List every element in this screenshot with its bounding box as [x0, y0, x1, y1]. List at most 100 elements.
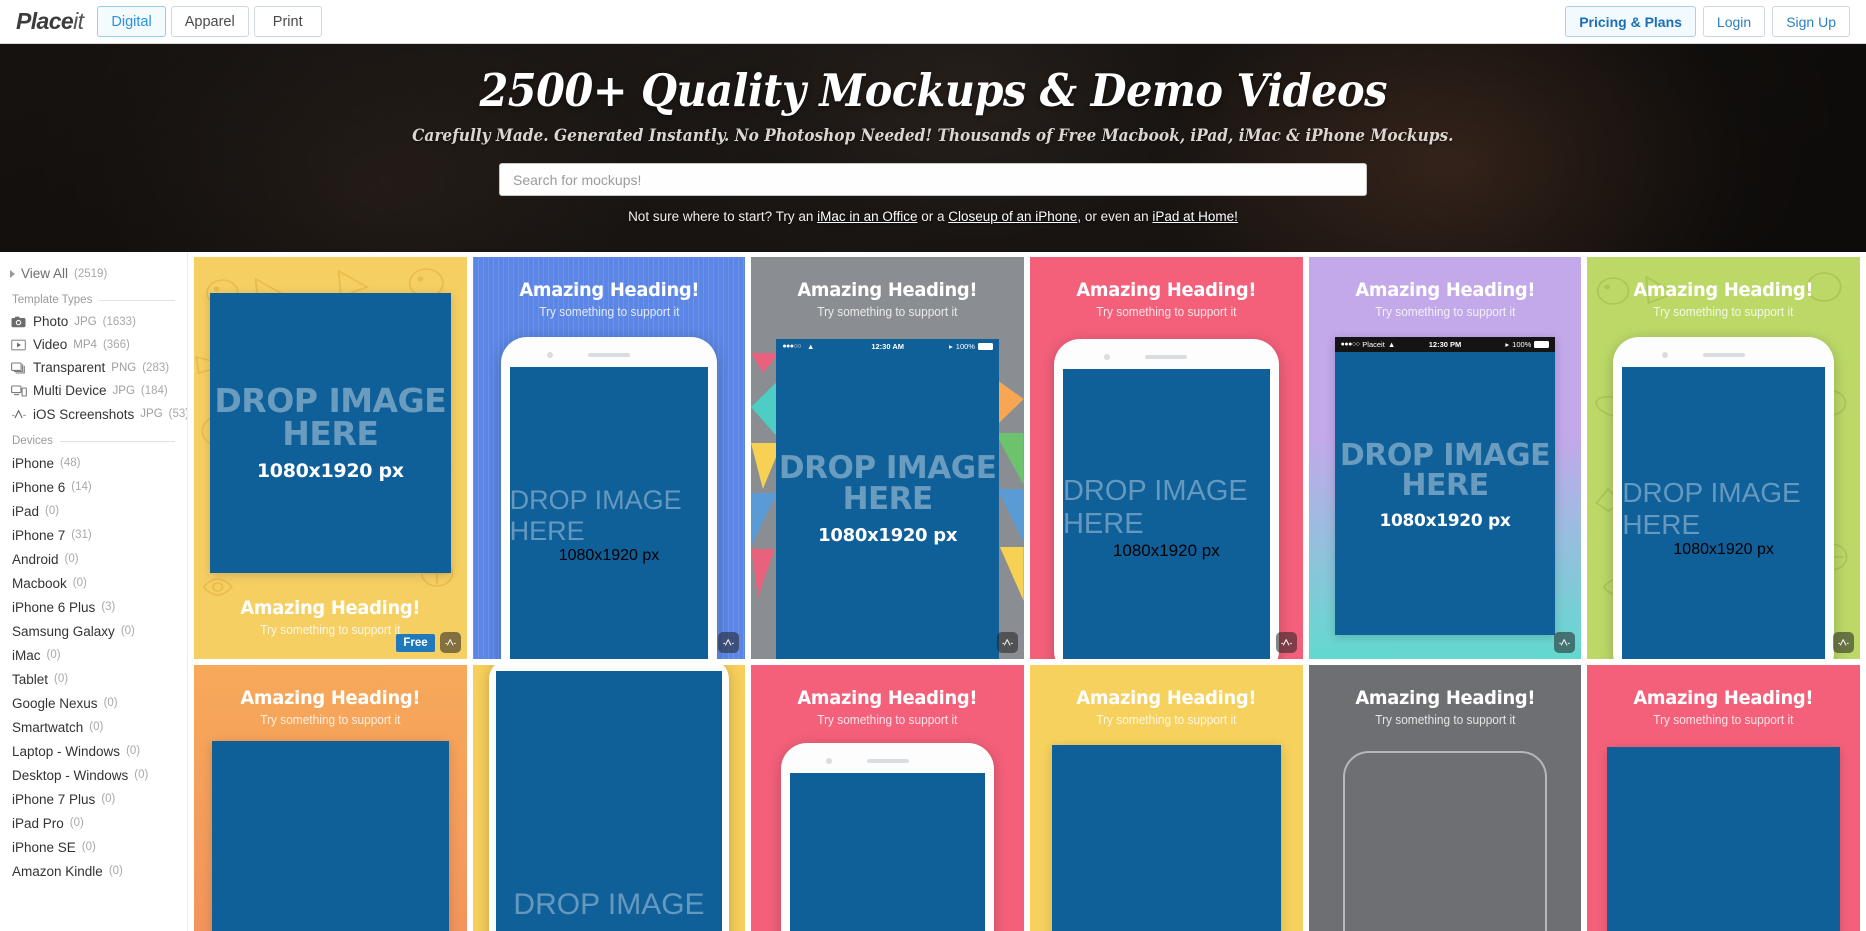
link-imac-in-an-office[interactable]: iMac in an Office	[817, 209, 917, 224]
drop-image-label: DROP IMAGE HERE	[1622, 477, 1801, 540]
sidebar-item-laptop-windows[interactable]: Laptop - Windows (0)	[0, 739, 187, 763]
sidebar-item-photo[interactable]: Photo JPG (1633)	[0, 310, 187, 333]
sidebar-item-iphone-7-plus[interactable]: iPhone 7 Plus (0)	[0, 787, 187, 811]
pricing-and-plans-button[interactable]: Pricing & Plans	[1565, 6, 1696, 37]
sidebar-item-tablet[interactable]: Tablet (0)	[0, 667, 187, 691]
link-ipad-at-home[interactable]: iPad at Home!	[1152, 209, 1238, 224]
sidebar-item-desktop-windows[interactable]: Desktop - Windows (0)	[0, 763, 187, 787]
sidebar-item-android[interactable]: Android (0)	[0, 547, 187, 571]
divider	[99, 299, 175, 301]
battery-icon	[977, 343, 993, 350]
phone-screen[interactable]: DROP IMAGE HERE 1080x1920 px	[1062, 369, 1270, 659]
sign-up-button[interactable]: Sign Up	[1772, 6, 1850, 37]
mockup-card[interactable]: Amazing Heading! Try something to suppor…	[1587, 257, 1860, 659]
search-input[interactable]	[499, 163, 1367, 196]
mockup-card[interactable]: Amazing Heading! Try something to suppor…	[1587, 665, 1860, 931]
tab-apparel[interactable]: Apparel	[170, 6, 249, 37]
drop-image-label: DROP IMAGE	[513, 888, 705, 921]
card-heading: Amazing Heading!	[1076, 687, 1257, 709]
card-badges	[1832, 632, 1854, 653]
hint-mid-2: , or even an	[1077, 209, 1153, 224]
sidebar-item-ipad-pro[interactable]: iPad Pro (0)	[0, 811, 187, 835]
phone-screen[interactable]	[790, 773, 985, 931]
card-heading-block: Amazing Heading! Try something to suppor…	[1030, 279, 1303, 319]
drop-image-label: DROP IMAGE HERE	[778, 449, 997, 517]
devices-header: Devices	[0, 426, 187, 451]
hint-prefix: Not sure where to start? Try an	[628, 209, 818, 224]
sidebar-item-ipad[interactable]: iPad (0)	[0, 499, 187, 523]
card-heading-block: Amazing Heading! Try something to suppor…	[751, 279, 1024, 319]
drop-image-placeholder[interactable]: DROP IMAGE HERE 1080x1920 px	[210, 293, 451, 573]
sidebar-item-iphone-7[interactable]: iPhone 7 (31)	[0, 523, 187, 547]
tab-print[interactable]: Print	[253, 6, 322, 37]
mockup-card[interactable]: Amazing Heading! Try something to suppor…	[751, 665, 1024, 931]
card-subheading: Try something to support it	[538, 305, 680, 319]
device-label: iPhone 6 Plus	[12, 599, 96, 615]
device-label: Samsung Galaxy	[12, 623, 115, 639]
mockup-card[interactable]: Amazing Heading! Try something to suppor…	[194, 665, 467, 931]
tab-digital[interactable]: Digital	[97, 6, 166, 37]
phone-screen[interactable]	[1354, 783, 1537, 931]
device-label: iPad Pro	[12, 815, 64, 831]
iphone-mockup: DROP IMAGE HERE 1080x1920 px	[500, 337, 718, 659]
device-count: (0)	[72, 577, 87, 589]
mockup-card[interactable]: Amazing Heading! Try something to suppor…	[472, 257, 746, 659]
login-button[interactable]: Login	[1702, 6, 1766, 37]
sidebar-item-multi-device[interactable]: Multi Device JPG (184)	[0, 379, 187, 402]
sidebar-item-iphone-se[interactable]: iPhone SE (0)	[0, 835, 187, 859]
sidebar-item-samsung-galaxy[interactable]: Samsung Galaxy (0)	[0, 619, 187, 643]
mockup-card[interactable]: DROP IMAGE HERE 1080x1920 px Amazing Hea…	[194, 257, 467, 659]
link-closeup-of-an-iphone[interactable]: Closeup of an iPhone	[948, 209, 1077, 224]
card-heading-block: Amazing Heading! Try something to suppor…	[1309, 687, 1582, 727]
sidebar-item-iphone-6[interactable]: iPhone 6 (14)	[0, 475, 187, 499]
drop-image-frame: DROP IMAGE HERE 1080x1920 px	[210, 293, 451, 573]
sidebar-item-imac[interactable]: iMac (0)	[0, 643, 187, 667]
device-count: (0)	[103, 697, 118, 709]
sidebar-item-smartwatch[interactable]: Smartwatch (0)	[0, 715, 187, 739]
hero-subtitle: Carefully Made. Generated Instantly. No …	[412, 126, 1454, 145]
card-heading-block: Amazing Heading! Try something to suppor…	[1309, 279, 1582, 319]
card-heading-block: Amazing Heading! Try something to suppor…	[473, 279, 746, 319]
logo-bold-part: Place	[16, 8, 74, 34]
drop-image-frame: ●●●○○ Placeit ▲ 12:30 PM ▸ 100% DROP IMA…	[1334, 337, 1556, 635]
mockup-card[interactable]: Amazing Heading! Try something to suppor…	[1029, 257, 1303, 659]
sidebar-item-macbook[interactable]: Macbook (0)	[0, 571, 187, 595]
sidebar-item-video[interactable]: Video MP4 (366)	[0, 333, 187, 356]
sidebar-item-amazon-kindle[interactable]: Amazon Kindle (0)	[0, 859, 187, 883]
sidebar-item-transparent[interactable]: Transparent PNG (283)	[0, 356, 187, 379]
sidebar-item-iphone-6-plus[interactable]: iPhone 6 Plus (3)	[0, 595, 187, 619]
mockup-card[interactable]: Amazing Heading! Try something to suppor…	[1029, 665, 1303, 931]
device-count: (0)	[45, 505, 60, 517]
drop-image-label: DROP IMAGE HERE	[214, 381, 447, 453]
sidebar-item-view-all[interactable]: View All (2519)	[0, 262, 187, 285]
drop-image-placeholder[interactable]	[1051, 745, 1281, 931]
template-types-header-label: Template Types	[12, 294, 93, 306]
signal-dots-icon: ●●●○○	[1340, 341, 1360, 348]
drop-image-placeholder[interactable]: ●●●○○ Placeit ▲ 12:30 PM ▸ 100% DROP IMA…	[1334, 337, 1556, 635]
login-label: Login	[1716, 13, 1752, 30]
video-format: MP4	[73, 338, 97, 351]
view-all-label: View All	[21, 266, 69, 281]
sidebar-item-iphone[interactable]: iPhone (48)	[0, 451, 187, 475]
drop-image-placeholder[interactable]: ●●●○○ ▲ 12:30 AM ▸ 100% DROP IMAGE HERE	[776, 339, 999, 659]
view-all-count: (2519)	[74, 267, 108, 280]
status-bar-left: ●●●○○ Placeit ▲	[1341, 340, 1429, 349]
mockup-card[interactable]: DROP IMAGE	[472, 665, 746, 931]
card-subheading: Try something to support it	[260, 713, 401, 727]
sidebar-item-google-nexus[interactable]: Google Nexus (0)	[0, 691, 187, 715]
sidebar-item-ios-screenshots[interactable]: iOS Screenshots JPG (53) ✔	[0, 402, 187, 426]
drop-image-placeholder[interactable]	[212, 741, 449, 931]
mockup-card[interactable]: Amazing Heading! Try something to suppor…	[751, 257, 1024, 659]
mockup-card[interactable]: Amazing Heading! Try something to suppor…	[1308, 257, 1582, 659]
placeit-logo[interactable]: Place it	[0, 0, 97, 43]
phone-screen[interactable]: DROP IMAGE	[495, 671, 723, 931]
card-heading-block: Amazing Heading! Try something to suppor…	[194, 687, 467, 727]
phone-screen[interactable]: DROP IMAGE HERE 1080x1920 px	[509, 367, 709, 659]
card-subheading: Try something to support it	[1374, 713, 1516, 727]
camera-dot-icon	[546, 352, 553, 358]
drop-image-placeholder[interactable]	[1607, 747, 1840, 931]
photo-format: JPG	[74, 315, 97, 328]
status-bar-right: ▸ 100%	[904, 342, 993, 351]
mockup-card[interactable]: Amazing Heading! Try something to suppor…	[1308, 665, 1582, 931]
phone-screen[interactable]: DROP IMAGE HERE 1080x1920 px	[1622, 367, 1825, 659]
